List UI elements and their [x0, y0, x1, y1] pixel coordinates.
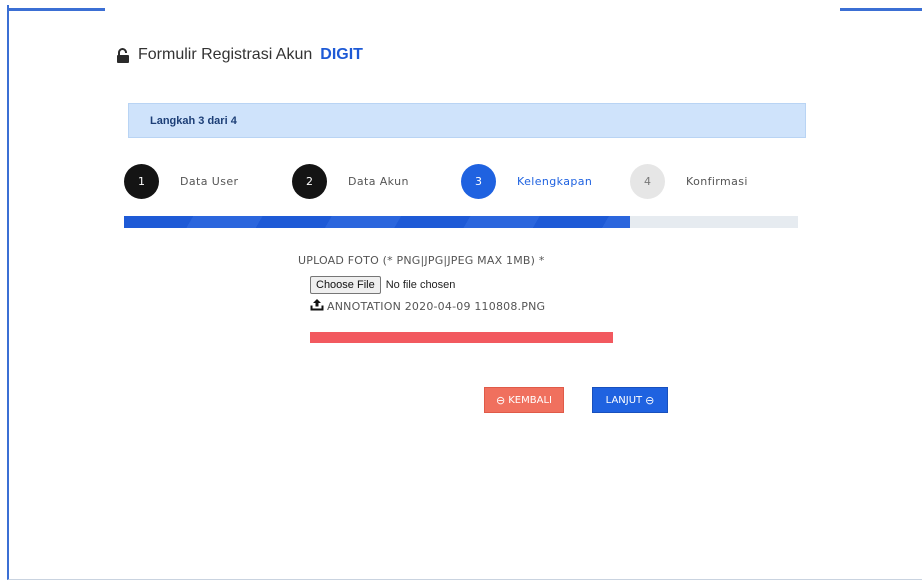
upload-error-bar	[310, 332, 613, 343]
choose-file-button[interactable]: Choose File	[310, 276, 381, 294]
unlocked-lock-icon	[116, 47, 130, 63]
step-label: Data User	[180, 175, 239, 188]
step-number: 1	[124, 164, 159, 199]
step-progress-fill	[124, 216, 630, 228]
title-prefix: Formulir Registrasi Akun	[138, 46, 313, 63]
back-button-label: KEMBALI	[508, 394, 552, 406]
step-banner-text: Langkah 3 dari 4	[150, 114, 237, 127]
upload-photo-label: UPLOAD FOTO (* PNG|JPG|JPEG MAX 1MB) *	[298, 254, 545, 267]
step-label: Data Akun	[348, 175, 409, 188]
step-kelengkapan: 3 Kelengkapan	[461, 164, 592, 199]
step-data-user: 1 Data User	[124, 164, 238, 199]
page-title: Formulir Registrasi Akun DIGIT	[116, 46, 363, 64]
step-number: 4	[630, 164, 665, 199]
step-banner: Langkah 3 dari 4	[128, 103, 806, 138]
uploaded-file[interactable]: ANNOTATION 2020-04-09 110808.PNG	[310, 299, 545, 314]
top-accent-line-left	[9, 8, 105, 11]
file-input[interactable]: Choose File No file chosen	[310, 276, 455, 294]
uploaded-file-name: ANNOTATION 2020-04-09 110808.PNG	[327, 300, 546, 313]
next-button-label: LANJUT	[605, 394, 643, 406]
step-progress-bar	[124, 216, 798, 228]
next-button[interactable]: LANJUT ⊖	[592, 387, 668, 413]
registration-frame	[7, 5, 922, 580]
no-file-chosen-text: No file chosen	[385, 279, 456, 291]
title-brand: DIGIT	[320, 46, 363, 63]
step-label: Konfirmasi	[686, 175, 748, 188]
step-number: 3	[461, 164, 496, 199]
back-button[interactable]: ⊖ KEMBALI	[484, 387, 564, 413]
upload-tray-icon	[310, 299, 324, 314]
arrow-left-circle-icon: ⊖	[496, 393, 506, 407]
step-number: 2	[292, 164, 327, 199]
step-data-akun: 2 Data Akun	[292, 164, 409, 199]
stepper: 1 Data User 2 Data Akun 3 Kelengkapan 4 …	[0, 164, 922, 200]
step-label: Kelengkapan	[517, 175, 593, 188]
step-konfirmasi: 4 Konfirmasi	[630, 164, 748, 199]
arrow-right-circle-icon: ⊖	[645, 393, 655, 407]
top-accent-line-right	[840, 8, 922, 11]
